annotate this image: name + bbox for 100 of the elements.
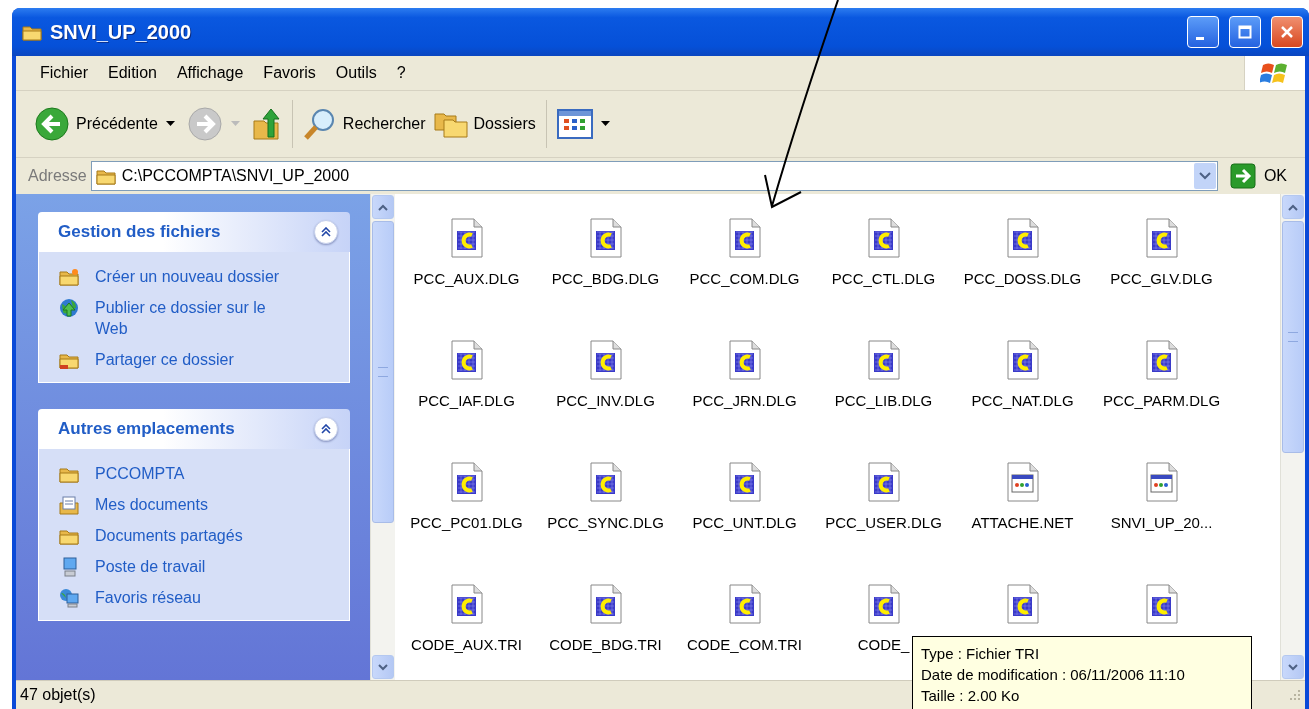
close-icon — [1280, 25, 1294, 39]
c-file-icon — [1145, 340, 1178, 380]
close-button[interactable] — [1271, 16, 1303, 48]
scroll-up-button[interactable] — [372, 195, 394, 219]
collapse-button[interactable] — [314, 220, 338, 244]
file-name[interactable]: CODE_ — [857, 636, 910, 653]
window-title: SNVI_UP_2000 — [50, 20, 192, 44]
file-name[interactable]: PCC_PC01.DLG — [410, 514, 523, 531]
c-file-icon — [728, 584, 761, 624]
c-file-icon — [1006, 340, 1039, 380]
folders-button[interactable]: Dossiers — [429, 107, 540, 141]
menu-item[interactable]: Outils — [325, 60, 387, 86]
task-link[interactable]: PCCOMPTA — [95, 463, 185, 484]
scroll-down-button[interactable] — [1282, 655, 1304, 679]
menu-item[interactable]: Fichier — [30, 60, 98, 86]
file-name[interactable]: SNVI_UP_20... — [1110, 514, 1213, 531]
c-file-icon — [1145, 218, 1178, 258]
folder-icon — [59, 267, 79, 287]
panel-header[interactable]: Autres emplacements — [38, 409, 350, 449]
scrollbar[interactable] — [370, 194, 395, 680]
file-name[interactable]: ATTACHE.NET — [971, 514, 1074, 531]
menu-item[interactable]: ? — [386, 60, 416, 86]
file-name[interactable]: PCC_GLV.DLG — [1110, 270, 1213, 287]
file-name[interactable]: PCC_INV.DLG — [556, 392, 655, 409]
double-chevron-up-icon — [321, 424, 331, 434]
panel-header[interactable]: Gestion des fichiers — [38, 212, 350, 252]
c-file-icon — [450, 462, 483, 502]
collapse-button[interactable] — [314, 417, 338, 441]
task-link[interactable]: Documents partagés — [95, 525, 243, 546]
c-file-icon — [589, 462, 622, 502]
menu-item[interactable]: Favoris — [253, 60, 326, 86]
file-name[interactable]: PCC_COM.DLG — [689, 270, 800, 287]
file-name[interactable]: PCC_DOSS.DLG — [963, 270, 1082, 287]
c-file-icon — [867, 462, 900, 502]
tooltip-line: Date de modification : 06/11/2006 11:10 — [921, 665, 1186, 685]
maximize-button[interactable] — [1229, 16, 1261, 48]
file-name[interactable]: PCC_CTL.DLG — [831, 270, 936, 287]
chevron-up-icon — [1288, 203, 1298, 211]
c-file-icon — [728, 462, 761, 502]
chevron-up-icon — [378, 203, 388, 211]
resize-grip-icon — [1289, 689, 1301, 701]
c-file-icon — [1145, 584, 1178, 624]
double-chevron-up-icon — [321, 227, 331, 237]
back-button[interactable]: Précédente — [30, 104, 162, 144]
chevron-down-icon — [378, 663, 388, 671]
scroll-thumb[interactable] — [372, 221, 394, 523]
task-link[interactable]: Créer un nouveau dossier — [95, 266, 280, 287]
task-link[interactable]: Favoris réseau — [95, 587, 201, 608]
menu-item[interactable]: Affichage — [166, 60, 254, 86]
c-file-icon — [450, 340, 483, 380]
file-name[interactable]: CODE_AUX.TRI — [411, 636, 522, 653]
minimize-icon — [1196, 36, 1204, 40]
chevron-down-icon — [1288, 663, 1298, 671]
c-file-icon — [589, 340, 622, 380]
network-icon — [59, 588, 79, 608]
file-name[interactable]: PCC_JRN.DLG — [692, 392, 797, 409]
search-button[interactable]: Rechercher — [298, 105, 430, 143]
task-link[interactable]: Partager ce dossier — [95, 349, 234, 370]
go-button[interactable]: OK — [1221, 163, 1305, 189]
task-link[interactable]: Publier ce dossier sur le Web — [95, 297, 295, 339]
c-file-icon — [867, 218, 900, 258]
file-name[interactable]: PCC_BDG.DLG — [551, 270, 660, 287]
globe-icon — [59, 298, 79, 318]
address-label: Adresse — [28, 167, 87, 185]
file-name[interactable]: PCC_UNT.DLG — [692, 514, 797, 531]
file-name[interactable]: CODE_BDG.TRI — [549, 636, 662, 653]
file-name[interactable]: CODE_COM.TRI — [687, 636, 802, 653]
tooltip-line: Taille : 2.00 Ko — [921, 686, 1021, 706]
task-link[interactable]: Mes documents — [95, 494, 208, 515]
file-name[interactable]: PCC_AUX.DLG — [413, 270, 520, 287]
c-file-icon — [450, 584, 483, 624]
menu-item[interactable]: Edition — [98, 60, 167, 86]
task-link[interactable]: Poste de travail — [95, 556, 206, 577]
caret-icon — [230, 121, 240, 127]
caret-icon — [600, 121, 610, 127]
scroll-up-button[interactable] — [1282, 195, 1304, 219]
window-file-icon — [1145, 462, 1178, 502]
c-file-icon — [1006, 218, 1039, 258]
scroll-down-button[interactable] — [372, 655, 394, 679]
c-file-icon — [450, 218, 483, 258]
c-file-icon — [867, 584, 900, 624]
c-file-icon — [867, 340, 900, 380]
c-file-icon — [1006, 584, 1039, 624]
documents-icon — [59, 495, 79, 515]
status-text: 47 objet(s) — [20, 686, 96, 704]
file-name[interactable]: PCC_LIB.DLG — [834, 392, 933, 409]
c-file-icon — [728, 218, 761, 258]
folder-up-arrow-icon — [251, 107, 282, 141]
address-value: C:\PCCOMPTA\SNVI_UP_2000 — [121, 167, 350, 185]
file-name[interactable]: PCC_NAT.DLG — [971, 392, 1074, 409]
address-field[interactable]: C:\PCCOMPTA\SNVI_UP_2000 — [90, 161, 1218, 191]
minimize-button[interactable] — [1187, 16, 1219, 48]
file-name[interactable]: PCC_USER.DLG — [825, 514, 942, 531]
window-file-icon — [1006, 462, 1039, 502]
scroll-thumb[interactable] — [1282, 221, 1304, 453]
file-name[interactable]: PCC_IAF.DLG — [418, 392, 515, 409]
scrollbar[interactable] — [1280, 194, 1305, 680]
c-file-icon — [589, 584, 622, 624]
file-name[interactable]: PCC_PARM.DLG — [1102, 392, 1221, 409]
file-name[interactable]: PCC_SYNC.DLG — [547, 514, 664, 531]
